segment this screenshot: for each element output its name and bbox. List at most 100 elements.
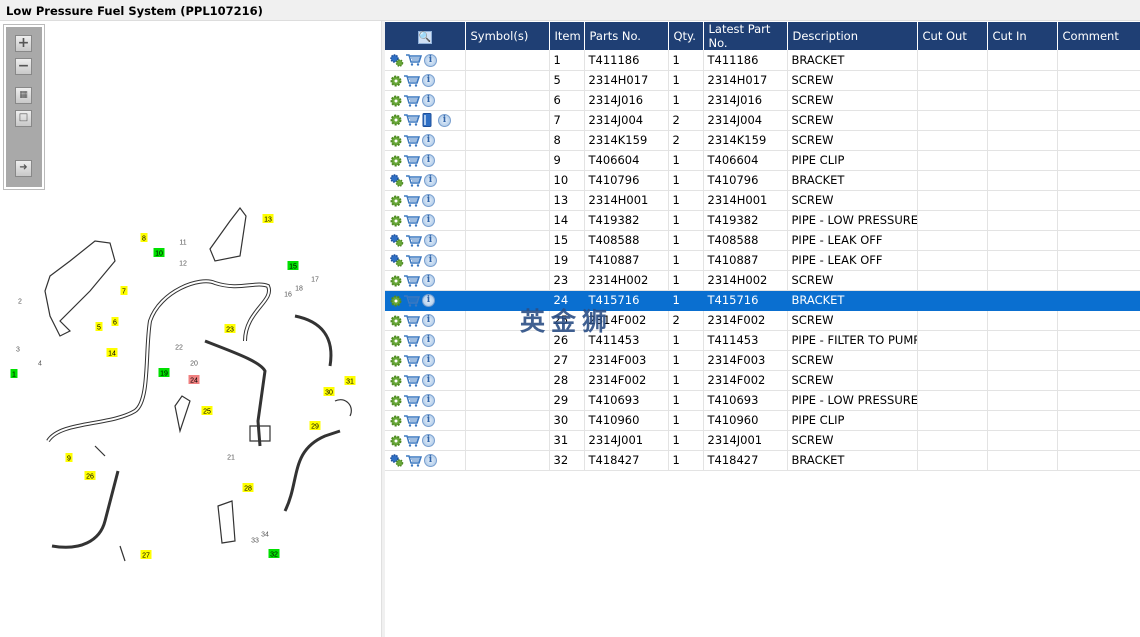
- info-icon[interactable]: i: [422, 294, 435, 307]
- callout-21[interactable]: 21: [227, 455, 235, 462]
- export-button[interactable]: ➜: [15, 160, 32, 177]
- callout-8[interactable]: 8: [142, 236, 146, 243]
- gear-icon[interactable]: [390, 275, 402, 287]
- info-icon[interactable]: i: [422, 194, 435, 207]
- callout-31[interactable]: 31: [346, 379, 354, 386]
- table-row[interactable]: i 25 2314F002 2 2314F002 SCREW: [385, 310, 1140, 331]
- table-row[interactable]: i 13 2314H001 1 2314H001 SCREW: [385, 190, 1140, 211]
- gear-icon[interactable]: [390, 195, 402, 207]
- callout-7[interactable]: 7: [122, 289, 126, 296]
- column-header-description[interactable]: Description: [787, 22, 918, 50]
- info-icon[interactable]: i: [422, 314, 435, 327]
- table-row[interactable]: i29T4106931T410693PIPE - LOW PRESSURE FU: [385, 390, 1140, 411]
- info-icon[interactable]: i: [422, 394, 435, 407]
- callout-30[interactable]: 30: [325, 390, 333, 397]
- column-header-search[interactable]: 🔍: [385, 22, 466, 50]
- gear-icon[interactable]: [390, 375, 402, 387]
- gear-icon[interactable]: [390, 395, 402, 407]
- column-header-comment[interactable]: Comment: [1057, 22, 1140, 50]
- callout-34[interactable]: 34: [261, 532, 269, 539]
- info-icon[interactable]: i: [422, 374, 435, 387]
- callout-14[interactable]: 14: [108, 351, 116, 358]
- callout-13[interactable]: 13: [264, 217, 272, 224]
- callout-1[interactable]: 1: [12, 372, 16, 379]
- shopping-cart-icon[interactable]: [404, 194, 420, 207]
- table-row[interactable]: i 23 2314H002 1 2314H002 SCREW: [385, 270, 1140, 291]
- gear-icon[interactable]: [390, 435, 402, 447]
- callout-10[interactable]: 10: [155, 251, 163, 258]
- multi-gear-icon[interactable]: [390, 174, 404, 187]
- gear-icon[interactable]: [390, 155, 402, 167]
- column-header-cut-in[interactable]: Cut In: [987, 22, 1058, 50]
- table-row[interactable]: i 7 2314J004 2 2314J004 SCREW: [385, 110, 1140, 131]
- callout-25[interactable]: 25: [203, 409, 211, 416]
- callout-18[interactable]: 18: [295, 286, 303, 293]
- callout-16[interactable]: 16: [284, 292, 292, 299]
- zoom-in-button[interactable]: +: [15, 35, 32, 52]
- shopping-cart-icon[interactable]: [404, 114, 420, 126]
- multi-gear-icon[interactable]: [390, 254, 404, 267]
- table-row[interactable]: i 28 2314F002 1 2314F002 SCREW: [385, 370, 1140, 391]
- gear-icon[interactable]: [390, 114, 402, 126]
- shopping-cart-icon[interactable]: [404, 274, 420, 287]
- table-row[interactable]: i 19 T410887 1 T410887 PIPE - LEAK OFF: [385, 250, 1140, 271]
- gear-icon[interactable]: [390, 75, 402, 87]
- info-icon[interactable]: i: [424, 53, 437, 67]
- shopping-cart-icon[interactable]: [404, 394, 420, 407]
- column-header-cut-out[interactable]: Cut Out: [917, 22, 988, 50]
- table-row[interactable]: i 15 T408588 1 T408588 PIPE - LEAK OFF: [385, 230, 1140, 251]
- shopping-cart-icon[interactable]: [404, 354, 420, 367]
- callout-28[interactable]: 28: [244, 486, 252, 493]
- shopping-cart-icon[interactable]: [406, 254, 422, 267]
- column-header-symbol-s[interactable]: Symbol(s): [465, 22, 550, 50]
- callout-33[interactable]: 33: [251, 538, 259, 545]
- gear-icon[interactable]: [390, 335, 402, 347]
- table-row[interactable]: i 30 T410960 1 T410960 PIPE CLIP: [385, 410, 1140, 431]
- shopping-cart-icon[interactable]: [404, 314, 420, 327]
- shopping-cart-icon[interactable]: [406, 174, 422, 187]
- gear-icon[interactable]: [390, 95, 402, 107]
- table-row[interactable]: i 31 2314J001 1 2314J001 SCREW: [385, 430, 1140, 451]
- shopping-cart-icon[interactable]: [404, 374, 420, 387]
- info-icon[interactable]: i: [422, 334, 435, 347]
- info-icon[interactable]: i: [422, 414, 435, 427]
- table-row[interactable]: i 1 T411186 1 T411186 BRACKET: [385, 50, 1140, 71]
- fit-view-button[interactable]: ▦: [15, 87, 32, 104]
- callout-29[interactable]: 29: [311, 424, 319, 431]
- info-icon[interactable]: i: [422, 154, 435, 167]
- table-row[interactable]: i 9 T406604 1 T406604 PIPE CLIP: [385, 150, 1140, 171]
- shopping-cart-icon[interactable]: [404, 214, 420, 227]
- info-icon[interactable]: i: [438, 113, 451, 127]
- callout-20[interactable]: 20: [190, 361, 198, 368]
- zoom-out-button[interactable]: −: [15, 58, 32, 75]
- callout-22[interactable]: 22: [175, 345, 183, 352]
- shopping-cart-icon[interactable]: [404, 334, 420, 347]
- multi-gear-icon[interactable]: [390, 234, 404, 247]
- column-header-qty[interactable]: Qty.: [668, 22, 704, 50]
- info-icon[interactable]: i: [422, 354, 435, 367]
- callout-24[interactable]: 24: [190, 378, 198, 385]
- callout-4[interactable]: 4: [38, 361, 42, 368]
- table-row[interactable]: i 10 T410796 1 T410796 BRACKET: [385, 170, 1140, 191]
- actual-size-button[interactable]: □: [15, 110, 32, 127]
- table-row[interactable]: i 24 T415716 1 T415716 BRACKET: [385, 290, 1140, 311]
- callout-2[interactable]: 2: [18, 299, 22, 306]
- info-icon[interactable]: i: [422, 274, 435, 287]
- shopping-cart-icon[interactable]: [404, 134, 420, 147]
- shopping-cart-icon[interactable]: [404, 414, 420, 427]
- shopping-cart-icon[interactable]: [404, 434, 420, 447]
- callout-6[interactable]: 6: [113, 320, 117, 327]
- info-icon[interactable]: i: [422, 74, 435, 87]
- diagram-panel[interactable]: + − ▦ □ ➜ 8 13 10 11 12 15 17 18 16 7 2 5 6 3 4 1 14 23 22…: [0, 21, 382, 637]
- info-icon[interactable]: i: [424, 174, 437, 187]
- column-header-item[interactable]: Item: [549, 22, 585, 50]
- multi-gear-icon[interactable]: [390, 454, 404, 467]
- callout-3[interactable]: 3: [16, 347, 20, 354]
- info-icon[interactable]: i: [424, 454, 437, 467]
- table-row[interactable]: i 27 2314F003 1 2314F003 SCREW: [385, 350, 1140, 371]
- shopping-cart-icon[interactable]: [406, 234, 422, 247]
- callout-27[interactable]: 27: [142, 553, 150, 560]
- shopping-cart-icon[interactable]: [406, 54, 422, 66]
- info-icon[interactable]: i: [422, 434, 435, 447]
- table-row[interactable]: i 8 2314K159 2 2314K159 SCREW: [385, 130, 1140, 151]
